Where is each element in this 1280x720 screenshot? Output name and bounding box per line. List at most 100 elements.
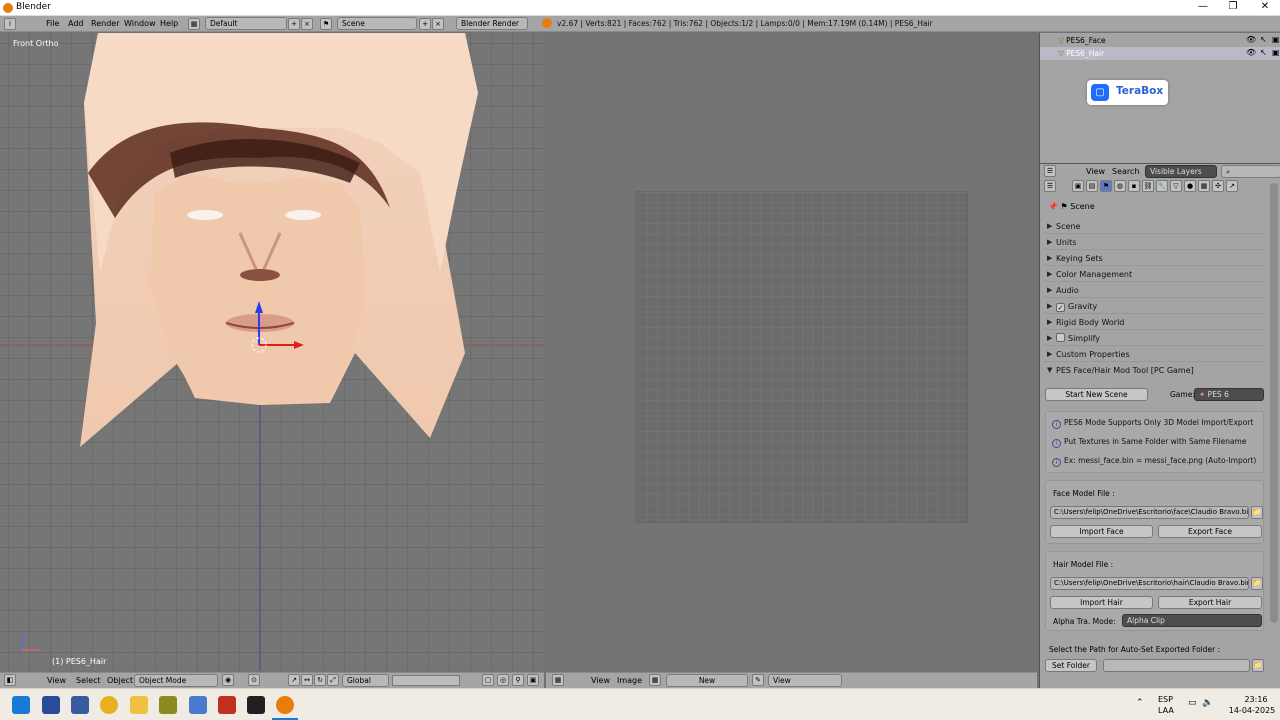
panel-pes-tool[interactable]: ▼ PES Face/Hair Mod Tool [PC Game] [1044,363,1266,378]
blender-taskbar-icon[interactable] [276,696,294,714]
view-mode-selector[interactable]: View [768,674,842,687]
menu-view[interactable]: View [591,676,610,685]
scale-icon[interactable]: ⤢ [327,674,339,686]
gravity-checkbox[interactable]: ✓ [1056,303,1065,312]
image-browse-icon[interactable]: ▦ [649,674,661,686]
face-mesh[interactable] [0,33,544,671]
render-tab-icon[interactable]: ▣ [1072,180,1084,192]
outliner-item[interactable]: ▽ PES6_Face [1040,34,1280,47]
add-scene-icon[interactable]: + [419,18,431,30]
3d-viewport[interactable]: Front Ortho (1) PES6_Hair [0,33,544,671]
proportional-icon[interactable]: ◎ [497,674,509,686]
clock-time[interactable]: 23:16 [1236,695,1276,704]
eye-icon[interactable]: 👁 [1246,48,1256,57]
uv-grid[interactable] [635,191,968,523]
menu-view[interactable]: View [47,676,66,685]
editor-type-icon[interactable]: ◧ [4,674,16,686]
snap-icon[interactable]: ⚲ [512,674,524,686]
panel-simplify[interactable]: ▶ Simplify [1044,331,1266,346]
menu-search[interactable]: Search [1112,167,1139,176]
particles-tab-icon[interactable]: ✣ [1212,180,1224,192]
layers-grid[interactable] [392,675,460,686]
app-icon[interactable] [71,696,89,714]
lock-icon[interactable]: ▢ [482,674,494,686]
camera-icon[interactable]: ▣ [1272,48,1280,57]
new-image-button[interactable]: New [666,674,748,687]
import-hair-button[interactable]: Import Hair [1050,596,1153,609]
panel-units[interactable]: ▶ Units [1044,235,1266,250]
constraints-tab-icon[interactable]: ⛓ [1142,180,1154,192]
panel-custom-properties[interactable]: ▶ Custom Properties [1044,347,1266,362]
panel-color-management[interactable]: ▶ Color Management [1044,267,1266,282]
maximize-button[interactable]: ❐ [1218,0,1248,14]
export-hair-button[interactable]: Export Hair [1158,596,1262,609]
folder-icon[interactable]: 📁 [1252,659,1264,672]
object-tab-icon[interactable]: ▪ [1128,180,1140,192]
export-folder-field[interactable] [1103,659,1250,672]
panel-scene[interactable]: ▶ Scene [1044,219,1266,234]
scene-icon[interactable]: ⚑ [320,18,332,30]
menu-add[interactable]: Add [68,19,84,28]
language-code[interactable]: ESP [1158,695,1173,704]
app-icon[interactable] [218,696,236,714]
shading-icon[interactable]: ◉ [222,674,234,686]
scene-selector[interactable]: Scene [337,17,417,30]
pin-icon[interactable]: 📌 [1048,202,1061,211]
data-tab-icon[interactable]: ▽ [1170,180,1182,192]
menu-object[interactable]: Object [107,676,133,685]
import-face-button[interactable]: Import Face [1050,525,1153,538]
chrome-icon[interactable] [100,696,118,714]
terabox-widget[interactable]: ▢ TeraBox [1087,80,1168,105]
menu-file[interactable]: File [46,19,59,28]
editor-type-icon[interactable]: ☰ [1044,165,1056,177]
network-icon[interactable]: ▭ [1188,698,1197,708]
volume-icon[interactable]: 🔈 [1202,698,1213,708]
modifiers-tab-icon[interactable]: 🔧 [1156,180,1168,192]
outliner-item-selected[interactable]: ▽ PES6_Hair [1040,47,1280,60]
layout-icon[interactable]: ▦ [188,18,200,30]
rotate-icon[interactable]: ↻ [314,674,326,686]
render-layers-tab-icon[interactable]: ▤ [1086,180,1098,192]
scrollbar[interactable] [1270,183,1278,623]
orientation-selector[interactable]: Global [342,674,389,687]
render-icon[interactable]: ▣ [527,674,539,686]
pivot-icon[interactable]: ⊙ [248,674,260,686]
menu-window[interactable]: Window [124,19,156,28]
editor-type-icon[interactable]: ☰ [1044,180,1056,192]
export-face-button[interactable]: Export Face [1158,525,1262,538]
camera-icon[interactable]: ▣ [1272,35,1280,44]
render-engine-selector[interactable]: Blender Render [456,17,528,30]
panel-gravity[interactable]: ▶ ✓ Gravity [1044,299,1266,314]
filter-selector[interactable]: Visible Layers [1145,165,1217,178]
cursor-icon[interactable]: ↖ [1260,48,1267,57]
cursor-icon[interactable]: ↖ [1260,35,1267,44]
search-field[interactable]: ⌕ [1221,165,1280,178]
material-tab-icon[interactable]: ● [1184,180,1196,192]
app-icon[interactable] [189,696,207,714]
delete-scene-icon[interactable]: × [432,18,444,30]
panel-keying-sets[interactable]: ▶ Keying Sets [1044,251,1266,266]
editor-type-icon[interactable]: ▦ [552,674,564,686]
face-path-field[interactable]: C:\Users\felip\OneDrive\Escritorio\face\… [1050,506,1249,519]
menu-render[interactable]: Render [91,19,119,28]
menu-select[interactable]: Select [76,676,101,685]
editor-type-icon[interactable]: i [4,18,16,30]
panel-audio[interactable]: ▶ Audio [1044,283,1266,298]
start-new-scene-button[interactable]: Start New Scene [1045,388,1148,401]
clock-date[interactable]: 14-04-2025 [1226,706,1278,715]
add-layout-icon[interactable]: + [288,18,300,30]
delete-layout-icon[interactable]: × [301,18,313,30]
mode-selector[interactable]: Object Mode [134,674,218,687]
folder-icon[interactable]: 📁 [1251,577,1263,590]
translate-icon[interactable]: ↔ [301,674,313,686]
panel-rigid-body-world[interactable]: ▶ Rigid Body World [1044,315,1266,330]
uv-image-editor[interactable] [546,33,1037,671]
layout-selector[interactable]: Default [205,17,287,30]
physics-tab-icon[interactable]: ↗ [1226,180,1238,192]
simplify-checkbox[interactable] [1056,333,1065,342]
properties-editor[interactable]: ☰ ▣ ▤ ⚑ ◍ ▪ ⛓ 🔧 ▽ ● ▦ ✣ ↗ 📌 ⚑ Scene ▶ Sce… [1039,179,1280,688]
outliner[interactable]: ▽ PES6_Face ▽ PES6_Hair 👁 ↖ ▣ 👁 ↖ ▣ ▢ Te… [1039,33,1280,163]
minimize-button[interactable]: — [1188,0,1218,14]
menu-view[interactable]: View [1086,167,1105,176]
pin-icon[interactable]: ✎ [752,674,764,686]
